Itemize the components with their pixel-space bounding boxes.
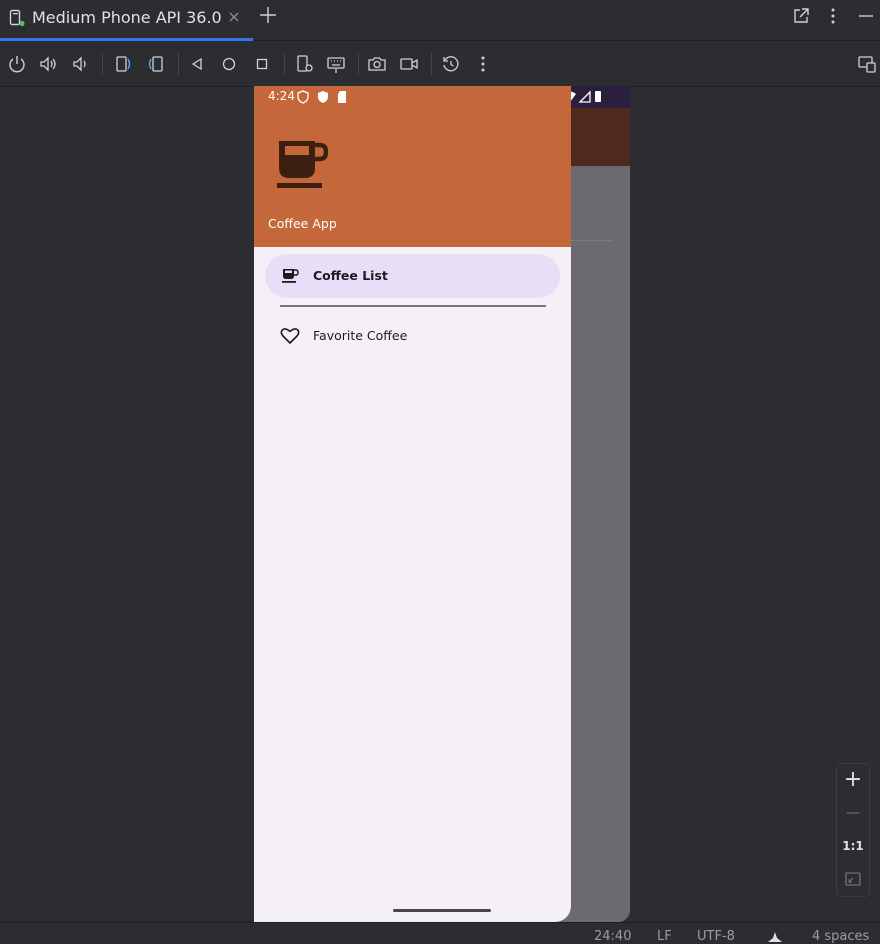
snapshot-restore-icon[interactable]: [441, 54, 461, 74]
more-icon[interactable]: [824, 7, 842, 25]
device-screen[interactable]: 4:24 Coffee App Coffee List Favorite Cof…: [254, 86, 630, 922]
rotate-left-icon[interactable]: [113, 54, 133, 74]
fit-screen-icon: [845, 872, 861, 886]
zoom-out-button[interactable]: —: [837, 797, 869, 829]
shield-icon: [297, 90, 309, 104]
zoom-controls: + — 1:1: [836, 763, 870, 897]
open-external-icon[interactable]: [792, 7, 810, 25]
cursor-position[interactable]: 24:40: [594, 929, 631, 944]
back-icon[interactable]: [187, 54, 207, 74]
status-notification-icons: [297, 90, 346, 104]
signal-icon: [578, 90, 591, 103]
indent-setting[interactable]: 4 spaces: [812, 929, 869, 944]
device-mirror-icon[interactable]: [857, 54, 877, 74]
coffee-cup-icon: [282, 269, 299, 283]
heart-outline-icon: [280, 328, 300, 344]
drawer-app-name: Coffee App: [268, 216, 337, 231]
tab-bar: Medium Phone API 36.0: [0, 0, 880, 41]
toolbar-separator: [102, 53, 103, 75]
power-icon[interactable]: [7, 54, 27, 74]
active-tab-indicator: [0, 38, 253, 41]
zoom-fit-button[interactable]: [837, 863, 869, 895]
tab-device-medium-phone[interactable]: Medium Phone API 36.0: [0, 0, 253, 38]
zoom-in-button[interactable]: +: [837, 764, 869, 796]
minimize-icon[interactable]: [857, 7, 875, 25]
toolbar-separator: [178, 53, 179, 75]
status-icons: [564, 90, 601, 103]
nav-item-coffee-list[interactable]: Coffee List: [265, 254, 560, 298]
screenshot-icon[interactable]: [367, 54, 387, 74]
more-icon[interactable]: [473, 54, 493, 74]
drawer-divider: [280, 305, 546, 307]
ide-status-bar: 24:40 LF UTF-8 4 spaces: [0, 922, 880, 944]
file-encoding[interactable]: UTF-8: [697, 929, 735, 944]
toolbar-separator: [431, 53, 432, 75]
toolbar-separator: [358, 53, 359, 75]
add-icon[interactable]: [259, 6, 277, 24]
security-icon: [318, 91, 328, 103]
coffee-cup-icon: [277, 141, 328, 188]
zoom-actual-size-button[interactable]: 1:1: [837, 830, 869, 862]
home-icon[interactable]: [219, 54, 239, 74]
rotate-right-icon[interactable]: [146, 54, 166, 74]
close-icon[interactable]: [226, 9, 242, 25]
overview-icon[interactable]: [252, 54, 272, 74]
gesture-nav-bar[interactable]: [393, 909, 491, 912]
nav-item-label: Coffee List: [313, 268, 388, 283]
tab-title: Medium Phone API 36.0: [32, 8, 222, 27]
nav-item-favorite-coffee[interactable]: Favorite Coffee: [265, 314, 560, 358]
emulator-toolbar: [0, 42, 880, 87]
sd-card-icon: [338, 91, 346, 103]
device-settings-icon[interactable]: [295, 54, 315, 74]
screen-record-icon[interactable]: [399, 54, 419, 74]
keyboard-icon[interactable]: [326, 54, 346, 74]
assistant-icon[interactable]: [768, 932, 782, 942]
navigation-drawer: 4:24 Coffee App Coffee List Favorite Cof…: [254, 86, 571, 922]
line-ending[interactable]: LF: [657, 929, 672, 944]
volume-up-icon[interactable]: [38, 54, 58, 74]
volume-down-icon[interactable]: [70, 54, 90, 74]
device-icon: [9, 9, 25, 27]
status-time: 4:24: [268, 89, 295, 103]
nav-item-label: Favorite Coffee: [313, 328, 408, 343]
drawer-header: 4:24 Coffee App: [254, 86, 571, 247]
battery-icon: [595, 91, 601, 102]
toolbar-separator: [284, 53, 285, 75]
